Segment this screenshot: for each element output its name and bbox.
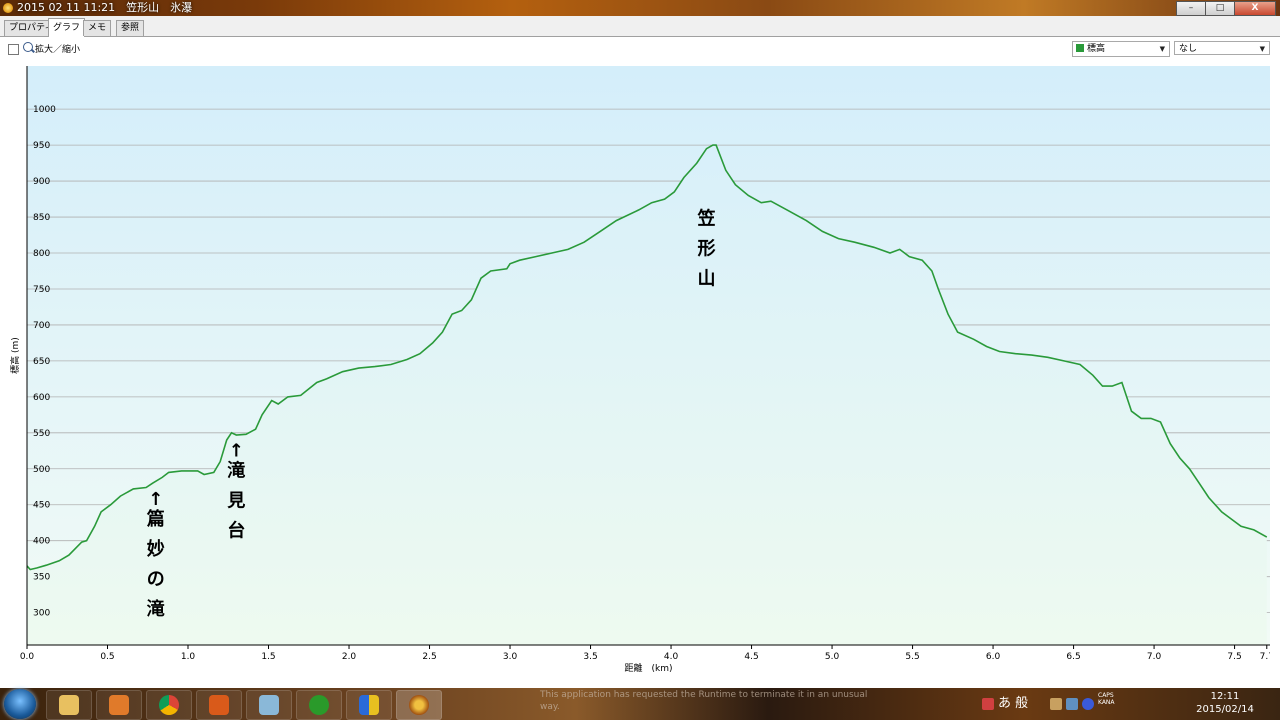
y-tick-label: 550 <box>33 429 50 439</box>
elevation-chart[interactable]: 300 350 400 450 500 550 600 650 700 750 800 850 900 9… <box>0 58 1280 688</box>
compass-icon <box>409 695 429 715</box>
tray-tool-icon[interactable] <box>1066 698 1078 710</box>
y-tick-label: 600 <box>33 393 50 403</box>
window-controls: – □ X <box>1176 1 1276 16</box>
compare-select-value: なし <box>1179 44 1198 54</box>
y-tick-label: 350 <box>33 573 50 583</box>
y-tick-label: 1000 <box>33 105 56 115</box>
taskbar-clock[interactable]: 12:11 2015/02/14 <box>1192 690 1258 716</box>
y-tick-label: 700 <box>33 321 50 331</box>
annotation-char: の <box>147 569 165 590</box>
chevron-down-icon: ▼ <box>1259 45 1265 53</box>
y-tick-label: 850 <box>33 213 50 223</box>
y-tick-label: 900 <box>33 177 50 187</box>
chrome-taskbar-button[interactable] <box>146 690 192 720</box>
series-select-value: 標高 <box>1087 44 1106 54</box>
clock-time: 12:11 <box>1210 691 1240 702</box>
app-taskbar-button-3[interactable] <box>296 690 342 720</box>
annotation-arrow: ↑ <box>229 440 244 461</box>
x-tick-label: 6.5 <box>1066 652 1080 662</box>
tab-graph[interactable]: グラフ <box>48 18 86 37</box>
chrome-icon <box>159 695 179 715</box>
x-tick-labels: 0.0 0.5 1.0 1.5 2.0 2.5 3.0 3.5 4.0 4.5 5.0 5.5 6.0 6… <box>20 645 1274 662</box>
help-icon[interactable] <box>1082 698 1094 710</box>
x-tick-label: 1.5 <box>261 652 275 662</box>
gear-icon <box>309 695 329 715</box>
chevron-down-icon: ▼ <box>1159 45 1165 53</box>
tab-reference[interactable]: 参照 <box>116 20 145 36</box>
series-select[interactable]: 標高 ▼ <box>1072 41 1170 57</box>
y-axis-label: 標高 (m) <box>9 337 21 374</box>
x-tick-label: 6.0 <box>986 652 1001 662</box>
media-player-icon <box>109 695 129 715</box>
annotation-arrow: ↑ <box>148 489 163 510</box>
shield-icon <box>359 695 379 715</box>
tab-strip: プロパティ グラフ メモ 参照 <box>0 16 1280 37</box>
x-tick-label: 0.5 <box>100 652 114 662</box>
y-tick-label: 500 <box>33 465 50 475</box>
media-taskbar-button[interactable] <box>96 690 142 720</box>
annotation-char: 台 <box>227 519 245 541</box>
annotation-char: 形 <box>697 238 715 259</box>
tray-app-icon[interactable] <box>1050 698 1062 710</box>
ime-mode[interactable]: あ 般 <box>998 692 1028 711</box>
notepad-icon <box>259 695 279 715</box>
x-tick-label: 3.0 <box>503 652 518 662</box>
app-icon[interactable] <box>3 3 13 13</box>
app-taskbar-button-1[interactable] <box>196 690 242 720</box>
annotation-char: 妙 <box>147 538 165 560</box>
graph-toolbar: 拡大／縮小 標高 ▼ なし ▼ <box>0 37 1280 59</box>
x-tick-label: 4.0 <box>664 652 679 662</box>
y-tick-label: 450 <box>33 501 50 511</box>
x-tick-label: 4.5 <box>744 652 758 662</box>
title-bar: 2015 02 11 11:21 笠形山 氷瀑 – □ X <box>0 0 1280 16</box>
start-button[interactable] <box>4 689 36 719</box>
gps-app-taskbar-button[interactable] <box>396 690 442 720</box>
clock-date: 2015/02/14 <box>1196 704 1254 715</box>
y-tick-label: 950 <box>33 141 50 151</box>
background-window-text: This application has requested the Runti… <box>540 690 868 712</box>
tab-memo[interactable]: メモ <box>83 20 112 36</box>
annotation-char: 篇 <box>147 508 165 530</box>
window-title: 2015 02 11 11:21 笠形山 氷瀑 <box>17 1 193 14</box>
annotation-char: 見 <box>226 490 245 511</box>
zoom-checkbox[interactable] <box>8 44 19 55</box>
annotation-char: 滝 <box>227 459 245 481</box>
x-tick-label: 7.0 <box>1147 652 1162 662</box>
security-taskbar-button[interactable] <box>346 690 392 720</box>
x-tick-label: 5.5 <box>905 652 919 662</box>
x-tick-label: 2.5 <box>422 652 436 662</box>
annotation-char: 笠 <box>696 207 715 229</box>
magnifier-icon <box>23 42 33 52</box>
chart-right-margin <box>1270 40 1280 690</box>
zoom-label: 拡大／縮小 <box>35 45 81 55</box>
caps-kana-indicator: CAPS KANA <box>1098 692 1115 706</box>
x-tick-label: 1.0 <box>181 652 196 662</box>
y-tick-label: 800 <box>33 249 50 259</box>
x-tick-label: 5.0 <box>825 652 840 662</box>
app-icon <box>209 695 229 715</box>
folder-icon <box>59 695 79 715</box>
x-tick-label: 7.5 <box>1227 652 1241 662</box>
x-axis-label: 距離 (km) <box>624 662 672 674</box>
x-tick-label: 2.0 <box>342 652 357 662</box>
annotation-char: 山 <box>697 268 715 289</box>
compare-select[interactable]: なし ▼ <box>1174 41 1270 55</box>
x-tick-label: 3.5 <box>583 652 597 662</box>
close-button[interactable]: X <box>1234 1 1276 16</box>
app-taskbar-button-2[interactable] <box>246 690 292 720</box>
y-tick-label: 300 <box>33 609 50 619</box>
explorer-taskbar-button[interactable] <box>46 690 92 720</box>
minimize-button[interactable]: – <box>1176 1 1206 16</box>
maximize-button[interactable]: □ <box>1205 1 1235 16</box>
y-tick-label: 650 <box>33 357 50 367</box>
series-color-swatch <box>1076 44 1084 52</box>
y-tick-label: 400 <box>33 537 50 547</box>
ime-pad-icon[interactable] <box>982 698 994 710</box>
annotation-char: 滝 <box>147 598 165 620</box>
x-tick-label: 0.0 <box>20 652 35 662</box>
y-tick-label: 750 <box>33 285 50 295</box>
